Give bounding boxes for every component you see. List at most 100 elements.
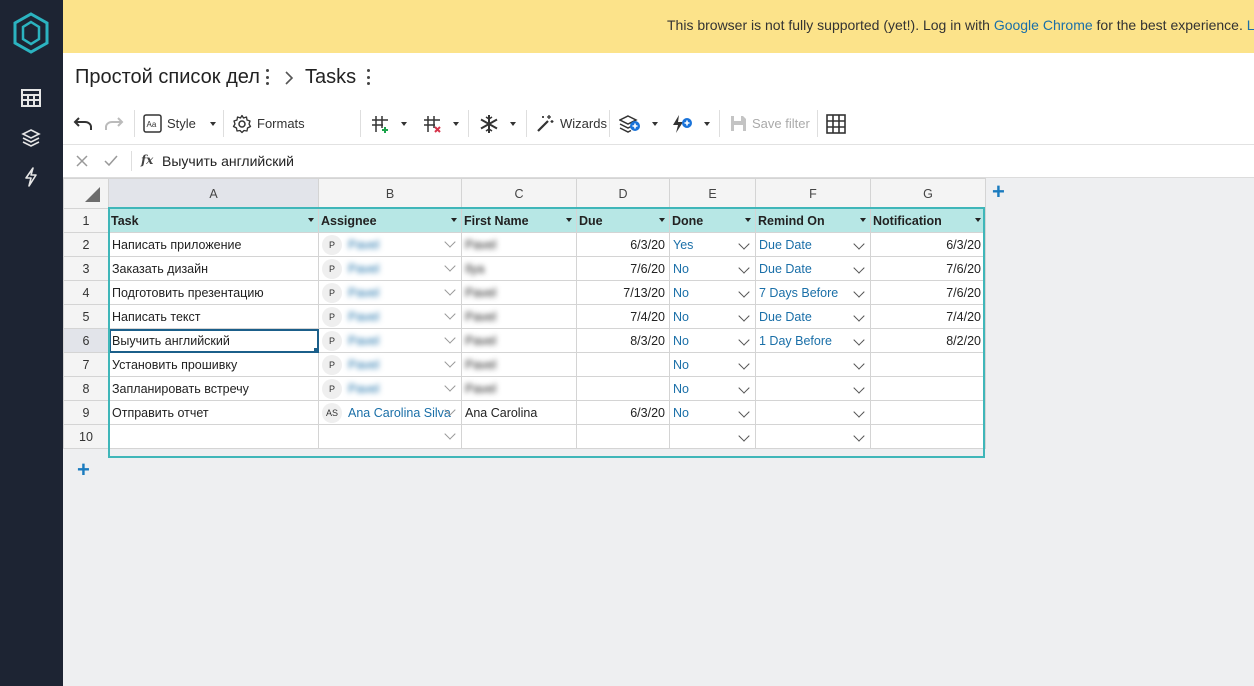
document-menu-icon[interactable] bbox=[263, 68, 271, 86]
header-first-name[interactable]: First Name bbox=[461, 208, 577, 233]
cell-notification[interactable] bbox=[870, 400, 986, 425]
cell-done[interactable]: No bbox=[669, 328, 756, 353]
delete-column-button[interactable] bbox=[422, 103, 459, 144]
document-title[interactable]: Простой список дел bbox=[75, 66, 260, 89]
cell-first-name[interactable] bbox=[461, 424, 577, 449]
cell-task[interactable]: Написать текст bbox=[108, 304, 319, 329]
cell-assignee[interactable]: P Pavel bbox=[318, 232, 462, 257]
cell-due[interactable]: 7/13/20 bbox=[576, 280, 670, 305]
cell-assignee[interactable] bbox=[318, 424, 462, 449]
chevron-down-icon[interactable] bbox=[444, 356, 456, 368]
row-number[interactable]: 2 bbox=[63, 232, 109, 257]
chevron-down-icon[interactable] bbox=[738, 406, 750, 418]
column-header-f[interactable]: F bbox=[755, 178, 871, 209]
cell-due[interactable]: 6/3/20 bbox=[576, 400, 670, 425]
row-number[interactable]: 7 bbox=[63, 352, 109, 377]
chevron-down-icon[interactable] bbox=[444, 308, 456, 320]
cell-assignee[interactable]: P Pavel bbox=[318, 328, 462, 353]
chevron-down-icon[interactable] bbox=[738, 238, 750, 250]
cell-task[interactable] bbox=[108, 424, 319, 449]
grist-logo-icon[interactable] bbox=[12, 12, 50, 54]
chevron-down-icon[interactable] bbox=[853, 238, 865, 250]
cell-assignee[interactable]: P Pavel bbox=[318, 376, 462, 401]
chevron-down-icon[interactable] bbox=[444, 380, 456, 392]
freeze-button[interactable] bbox=[479, 103, 516, 144]
cell-task[interactable]: Отправить отчет bbox=[108, 400, 319, 425]
row-number[interactable]: 5 bbox=[63, 304, 109, 329]
header-remind-on[interactable]: Remind On bbox=[755, 208, 871, 233]
chevron-down-icon[interactable] bbox=[853, 406, 865, 418]
column-header-b[interactable]: B bbox=[318, 178, 462, 209]
cell-due[interactable]: 7/4/20 bbox=[576, 304, 670, 329]
cell-remind-on[interactable] bbox=[755, 376, 871, 401]
add-action-button[interactable] bbox=[671, 103, 710, 144]
row-number[interactable]: 1 bbox=[63, 208, 109, 233]
row-number[interactable]: 9 bbox=[63, 400, 109, 425]
cell-remind-on[interactable]: 7 Days Before bbox=[755, 280, 871, 305]
chevron-down-icon[interactable] bbox=[853, 310, 865, 322]
cell-notification[interactable] bbox=[870, 352, 986, 377]
chevron-down-icon[interactable] bbox=[853, 286, 865, 298]
cell-notification[interactable]: 6/3/20 bbox=[870, 232, 986, 257]
add-widget-button[interactable] bbox=[619, 103, 658, 144]
cell-done[interactable]: Yes bbox=[669, 232, 756, 257]
column-header-c[interactable]: C bbox=[461, 178, 577, 209]
cell-due[interactable]: 7/6/20 bbox=[576, 256, 670, 281]
cell-first-name[interactable]: Pavel bbox=[461, 328, 577, 353]
cell-notification[interactable] bbox=[870, 424, 986, 449]
cell-done[interactable]: No bbox=[669, 352, 756, 377]
cell-task[interactable]: Установить прошивку bbox=[108, 352, 319, 377]
save-filter-button[interactable]: Save filter bbox=[730, 103, 810, 144]
cell-notification[interactable]: 7/4/20 bbox=[870, 304, 986, 329]
filter-dropdown-icon[interactable] bbox=[860, 218, 866, 222]
cell-due[interactable] bbox=[576, 352, 670, 377]
row-number[interactable]: 8 bbox=[63, 376, 109, 401]
chevron-down-icon[interactable] bbox=[444, 284, 456, 296]
cell-done[interactable]: No bbox=[669, 400, 756, 425]
cell-first-name[interactable]: Ilya bbox=[461, 256, 577, 281]
cell-remind-on[interactable]: 1 Day Before bbox=[755, 328, 871, 353]
cell-remind-on[interactable] bbox=[755, 400, 871, 425]
cell-done[interactable]: No bbox=[669, 304, 756, 329]
header-notification[interactable]: Notification bbox=[870, 208, 986, 233]
redo-button[interactable] bbox=[104, 103, 124, 144]
cell-assignee[interactable]: AS Ana Carolina Silva bbox=[318, 400, 462, 425]
chevron-down-icon[interactable] bbox=[738, 262, 750, 274]
column-header-a[interactable]: A bbox=[108, 178, 319, 209]
chevron-down-icon[interactable] bbox=[853, 262, 865, 274]
chevron-down-icon[interactable] bbox=[444, 236, 456, 248]
confirm-edit-button[interactable] bbox=[104, 145, 118, 177]
chevron-down-icon[interactable] bbox=[738, 286, 750, 298]
chevron-down-icon[interactable] bbox=[444, 332, 456, 344]
cell-assignee[interactable]: P Pavel bbox=[318, 256, 462, 281]
undo-button[interactable] bbox=[73, 103, 93, 144]
cell-due[interactable]: 8/3/20 bbox=[576, 328, 670, 353]
table-icon[interactable] bbox=[20, 87, 42, 109]
cell-remind-on[interactable] bbox=[755, 424, 871, 449]
cell-task[interactable]: Заказать дизайн bbox=[108, 256, 319, 281]
cell-remind-on[interactable]: Due Date bbox=[755, 304, 871, 329]
formats-button[interactable]: Formats bbox=[232, 103, 305, 144]
chevron-down-icon[interactable] bbox=[444, 428, 456, 440]
add-column-button[interactable]: + bbox=[992, 181, 1005, 203]
cell-assignee[interactable]: P Pavel bbox=[318, 352, 462, 377]
filter-dropdown-icon[interactable] bbox=[659, 218, 665, 222]
filter-dropdown-icon[interactable] bbox=[451, 218, 457, 222]
row-number[interactable]: 6 bbox=[63, 328, 109, 353]
cell-due[interactable] bbox=[576, 376, 670, 401]
cell-first-name[interactable]: Pavel bbox=[461, 304, 577, 329]
filter-dropdown-icon[interactable] bbox=[566, 218, 572, 222]
chevron-down-icon[interactable] bbox=[444, 260, 456, 272]
grid-view-button[interactable] bbox=[826, 103, 846, 144]
cell-first-name[interactable]: Ana Carolina bbox=[461, 400, 577, 425]
select-all-button[interactable] bbox=[63, 178, 109, 209]
cell-first-name[interactable]: Pavel bbox=[461, 352, 577, 377]
google-chrome-link[interactable]: Google Chrome bbox=[994, 17, 1093, 33]
wizards-button[interactable]: Wizards bbox=[536, 103, 607, 144]
cell-assignee[interactable]: P Pavel bbox=[318, 304, 462, 329]
chevron-down-icon[interactable] bbox=[738, 310, 750, 322]
header-assignee[interactable]: Assignee bbox=[318, 208, 462, 233]
column-header-g[interactable]: G bbox=[870, 178, 986, 209]
column-header-e[interactable]: E bbox=[669, 178, 756, 209]
formula-input[interactable]: Выучить английский bbox=[162, 153, 294, 169]
